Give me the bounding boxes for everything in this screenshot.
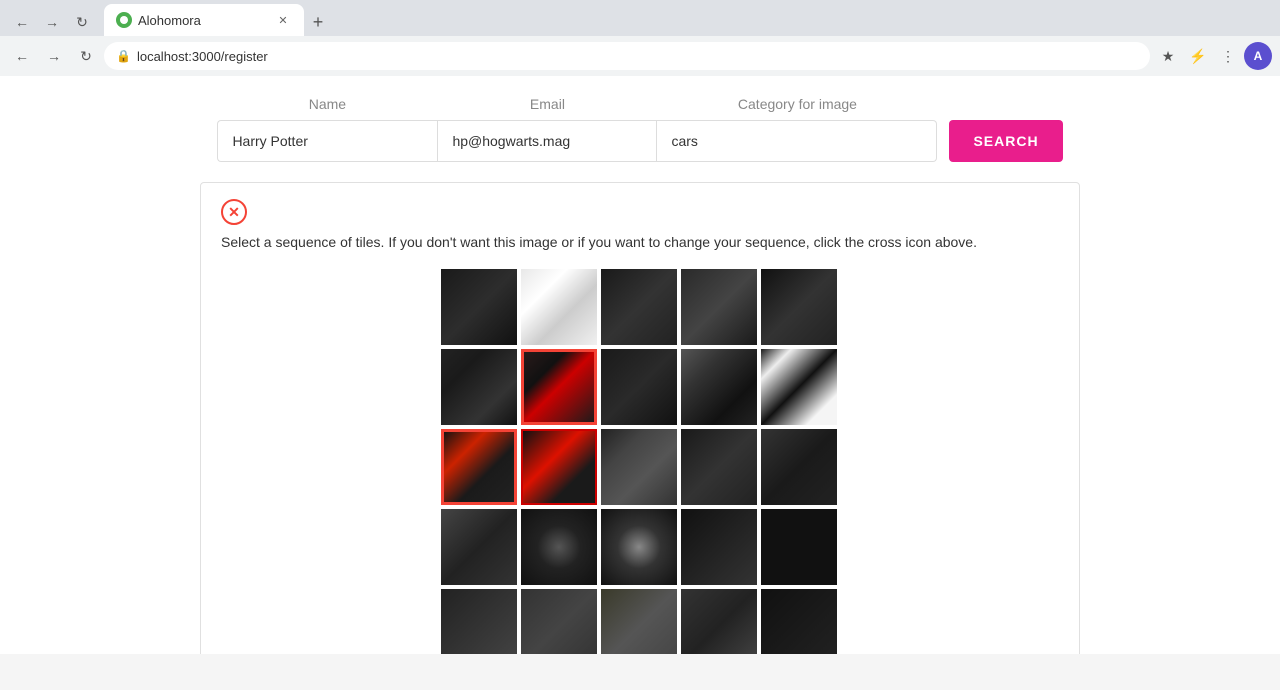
captcha-container: ✕ Select a sequence of tiles. If you don… (200, 182, 1080, 654)
name-group: Name (217, 96, 437, 162)
main-container: Name Email Category for image SEARCH ✕ S… (0, 76, 1280, 654)
grid-cell-13[interactable] (681, 429, 757, 505)
grid-cell-20[interactable] (441, 589, 517, 654)
tab-close-button[interactable]: ✕ (274, 11, 292, 29)
grid-cell-2[interactable] (601, 269, 677, 345)
grid-cell-3[interactable] (681, 269, 757, 345)
email-input[interactable] (437, 120, 657, 162)
form-row: Name Email Category for image SEARCH (20, 96, 1260, 162)
grid-cell-16[interactable] (521, 509, 597, 585)
email-group: Email (437, 96, 657, 162)
bookmark-button[interactable]: ★ (1154, 42, 1182, 70)
email-label: Email (530, 96, 565, 112)
captcha-image-grid (441, 269, 837, 654)
captcha-instruction: Select a sequence of tiles. If you don't… (221, 233, 1059, 253)
category-input[interactable] (657, 120, 937, 162)
tab-favicon (116, 12, 132, 28)
close-captcha-button[interactable]: ✕ (221, 199, 247, 225)
grid-cell-12[interactable] (601, 429, 677, 505)
back-button[interactable]: ← (8, 8, 36, 36)
grid-cell-14[interactable] (761, 429, 837, 505)
grid-cell-5[interactable] (441, 349, 517, 425)
browser-actions: ★ ⚡ ⋮ A (1154, 42, 1272, 70)
grid-cell-23[interactable] (681, 589, 757, 654)
grid-cell-18[interactable] (681, 509, 757, 585)
page-content: Name Email Category for image SEARCH ✕ S… (0, 76, 1280, 654)
grid-cell-9[interactable] (761, 349, 837, 425)
grid-cell-0[interactable] (441, 269, 517, 345)
new-tab-button[interactable]: + (304, 8, 332, 36)
category-label: Category for image (738, 96, 857, 112)
extensions-button[interactable]: ⚡ (1184, 42, 1212, 70)
address-bar[interactable]: 🔒 localhost:3000/register (104, 42, 1150, 70)
name-input[interactable] (217, 120, 437, 162)
profile-avatar[interactable]: A (1244, 42, 1272, 70)
name-label: Name (309, 96, 346, 112)
grid-cell-4[interactable] (761, 269, 837, 345)
category-group: Category for image (657, 96, 937, 162)
browser-chrome: ← → ↻ Alohomora ✕ + ← → ↻ 🔒 localhost:30… (0, 0, 1280, 76)
tab-title: Alohomora (138, 13, 201, 28)
reload-nav-button[interactable]: ↻ (72, 42, 100, 70)
grid-cell-19[interactable] (761, 509, 837, 585)
grid-cell-22[interactable] (601, 589, 677, 654)
grid-cell-8[interactable] (681, 349, 757, 425)
url-text: localhost:3000/register (137, 49, 268, 64)
grid-cell-6[interactable] (521, 349, 597, 425)
grid-cell-17[interactable] (601, 509, 677, 585)
grid-cell-7[interactable] (601, 349, 677, 425)
browser-menu-button[interactable]: ⋮ (1214, 42, 1242, 70)
forward-nav-button[interactable]: → (40, 42, 68, 70)
grid-cell-15[interactable] (441, 509, 517, 585)
reload-button[interactable]: ↻ (68, 8, 96, 36)
tab-bar: ← → ↻ Alohomora ✕ + (0, 0, 1280, 36)
grid-cell-24[interactable] (761, 589, 837, 654)
grid-cell-11[interactable] (521, 429, 597, 505)
back-nav-button[interactable]: ← (8, 42, 36, 70)
lock-icon: 🔒 (116, 49, 131, 63)
close-icon-row: ✕ (221, 199, 1059, 225)
address-bar-row: ← → ↻ 🔒 localhost:3000/register ★ ⚡ ⋮ A (0, 36, 1280, 76)
forward-button[interactable]: → (38, 8, 66, 36)
active-tab[interactable]: Alohomora ✕ (104, 4, 304, 36)
grid-cell-21[interactable] (521, 589, 597, 654)
search-button[interactable]: SEARCH (949, 120, 1062, 162)
grid-cell-1[interactable] (521, 269, 597, 345)
grid-cell-10[interactable] (441, 429, 517, 505)
